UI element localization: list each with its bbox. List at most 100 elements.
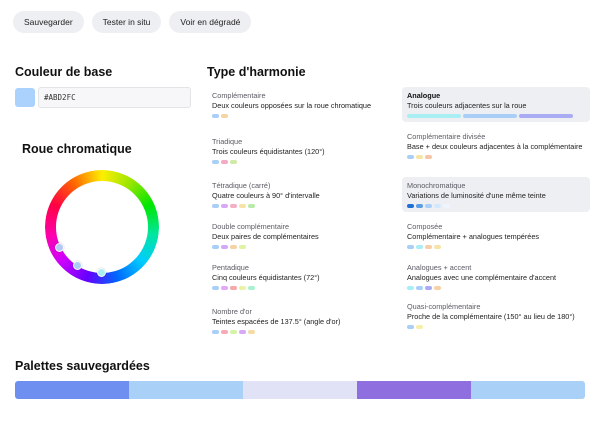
- preview-swatch: [230, 286, 237, 290]
- harmony-option-description: Deux couleurs opposées sur la roue chrom…: [212, 101, 371, 110]
- preview-swatch: [230, 330, 237, 334]
- color-wheel[interactable]: [45, 170, 159, 284]
- harmony-preview-swatches: [212, 330, 390, 334]
- preview-swatch: [416, 325, 423, 329]
- harmony-preview-swatches: [212, 160, 390, 164]
- harmony-option-name: Composée: [407, 222, 443, 231]
- preview-swatch: [239, 330, 246, 334]
- base-color-swatch[interactable]: [15, 88, 35, 107]
- harmony-option-description: Trois couleurs équidistantes (120°): [212, 147, 325, 156]
- saved-palette-color[interactable]: [15, 381, 129, 399]
- preview-swatch: [425, 245, 432, 249]
- saved-palette-color[interactable]: [357, 381, 471, 399]
- harmony-option-description: Trois couleurs adjacentes sur la roue: [407, 101, 527, 110]
- harmony-option-description: Quatre couleurs à 90° d'intervalle: [212, 191, 320, 200]
- preview-swatch: [407, 204, 414, 208]
- harmony-type-title: Type d'harmonie: [207, 65, 306, 79]
- preview-swatch: [407, 325, 414, 329]
- preview-swatch: [212, 204, 219, 208]
- preview-swatch: [221, 286, 228, 290]
- preview-swatch: [248, 330, 255, 334]
- preview-swatch: [416, 155, 423, 159]
- saved-palettes-title: Palettes sauvegardées: [15, 359, 150, 373]
- harmony-option[interactable]: Pentadique Cinq couleurs équidistantes (7…: [207, 259, 395, 294]
- harmony-option-name: Complémentaire: [212, 91, 266, 100]
- preview-swatch: [230, 204, 237, 208]
- harmony-preview-swatches: [407, 204, 585, 208]
- preview-swatch: [416, 286, 423, 290]
- harmony-option-name: Monochromatique: [407, 181, 466, 190]
- harmony-option[interactable]: Analogues + accent Analogues avec une com…: [402, 259, 590, 294]
- harmony-option-name: Double complémentaire: [212, 222, 290, 231]
- preview-swatch: [407, 155, 414, 159]
- harmony-option-name: Pentadique: [212, 263, 249, 272]
- save-button[interactable]: Sauvegarder: [13, 11, 84, 33]
- preview-swatch: [425, 204, 432, 208]
- preview-swatch: [519, 114, 573, 118]
- toolbar: Sauvegarder Tester in situ Voir en dégra…: [13, 11, 252, 33]
- harmony-option[interactable]: Quasi-complémentaire Proche de la complém…: [402, 298, 590, 333]
- preview-swatch: [212, 160, 219, 164]
- wheel-handle-2[interactable]: [73, 261, 82, 270]
- preview-swatch: [212, 330, 219, 334]
- base-color-title: Couleur de base: [15, 65, 113, 79]
- color-wheel-ring[interactable]: [45, 170, 159, 284]
- harmony-preview-swatches: [212, 114, 390, 118]
- harmony-option-description: Deux paires de complémentaires: [212, 232, 319, 241]
- harmony-option-name: Complémentaire divisée: [407, 132, 486, 141]
- saved-palette-bar[interactable]: [15, 381, 585, 399]
- saved-palette-color[interactable]: [243, 381, 357, 399]
- color-wheel-title: Roue chromatique: [22, 142, 132, 156]
- preview-swatch: [425, 286, 432, 290]
- test-in-situ-button[interactable]: Tester in situ: [91, 11, 162, 33]
- preview-swatch: [463, 114, 517, 118]
- preview-swatch: [221, 160, 228, 164]
- harmony-preview-swatches: [407, 325, 585, 329]
- harmony-option-description: Cinq couleurs équidistantes (72°): [212, 273, 320, 282]
- preview-swatch: [221, 330, 228, 334]
- saved-palette-color[interactable]: [129, 381, 243, 399]
- harmony-option-name: Tétradique (carré): [212, 181, 271, 190]
- preview-swatch: [239, 286, 246, 290]
- preview-swatch: [416, 245, 423, 249]
- gradient-view-button[interactable]: Voir en dégradé: [169, 11, 252, 33]
- harmony-preview-swatches: [407, 245, 585, 249]
- saved-palette-color[interactable]: [471, 381, 585, 399]
- preview-swatch: [248, 286, 255, 290]
- harmony-preview-swatches: [407, 155, 585, 159]
- harmony-option[interactable]: Analogue Trois couleurs adjacentes sur la…: [402, 87, 590, 122]
- preview-swatch: [221, 114, 228, 118]
- harmony-option-name: Triadique: [212, 137, 243, 146]
- harmony-preview-swatches: [212, 286, 390, 290]
- preview-swatch: [434, 286, 441, 290]
- preview-swatch: [425, 155, 432, 159]
- harmony-option[interactable]: Nombre d'or Teintes espacées de 137.5° (a…: [207, 303, 395, 338]
- preview-swatch: [416, 204, 423, 208]
- harmony-option-description: Teintes espacées de 137.5° (angle d'or): [212, 317, 341, 326]
- preview-swatch: [434, 204, 441, 208]
- harmony-option-description: Analogues avec une complémentaire d'acce…: [407, 273, 557, 282]
- harmony-option-description: Proche de la complémentaire (150° au lie…: [407, 312, 575, 321]
- harmony-option-description: Variations de luminosité d'une même tein…: [407, 191, 546, 200]
- wheel-handle-1[interactable]: [55, 243, 64, 252]
- harmony-option[interactable]: Monochromatique Variations de luminosité …: [402, 177, 590, 212]
- preview-swatch: [221, 204, 228, 208]
- hex-input[interactable]: #ABD2FC: [38, 87, 191, 108]
- preview-swatch: [248, 204, 255, 208]
- preview-swatch: [239, 245, 246, 249]
- preview-swatch: [221, 245, 228, 249]
- harmony-preview-swatches: [212, 245, 390, 249]
- harmony-option[interactable]: Complémentaire Deux couleurs opposées sur…: [207, 87, 395, 122]
- preview-swatch: [212, 286, 219, 290]
- harmony-option-description: Complémentaire + analogues tempérées: [407, 232, 540, 241]
- preview-swatch: [212, 114, 219, 118]
- harmony-preview-swatches: [407, 114, 585, 118]
- harmony-option[interactable]: Composée Complémentaire + analogues tempé…: [402, 218, 590, 253]
- preview-swatch: [230, 160, 237, 164]
- wheel-handle-3[interactable]: [97, 268, 106, 277]
- harmony-option[interactable]: Double complémentaire Deux paires de comp…: [207, 218, 395, 253]
- harmony-preview-swatches: [212, 204, 390, 208]
- harmony-option[interactable]: Triadique Trois couleurs équidistantes (1…: [207, 133, 395, 168]
- harmony-option[interactable]: Complémentaire divisée Base + deux couleu…: [402, 128, 590, 163]
- harmony-option[interactable]: Tétradique (carré) Quatre couleurs à 90° …: [207, 177, 395, 212]
